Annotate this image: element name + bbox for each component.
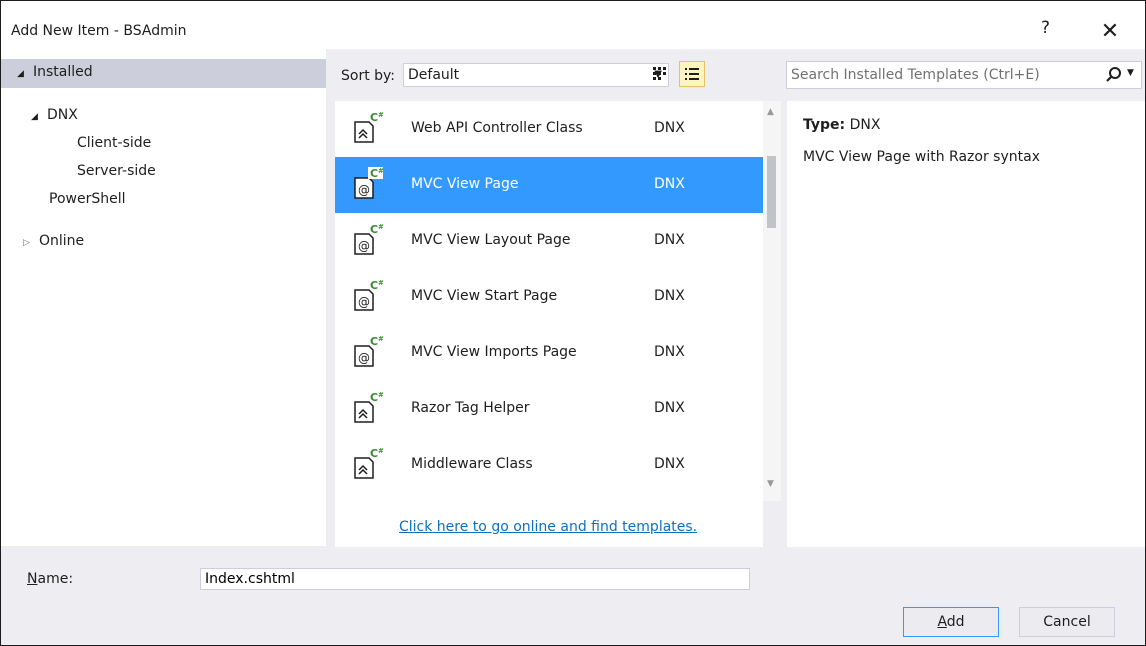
- svg-text:#: #: [378, 391, 383, 399]
- collapse-triangle-icon[interactable]: ◢: [31, 112, 47, 122]
- list-scrollbar[interactable]: ▲ ▼: [763, 101, 781, 501]
- tree-item-dnx[interactable]: ◢ DNX: [31, 107, 78, 123]
- tree-item-installed[interactable]: ◢ Installed: [1, 59, 326, 88]
- svg-text:C: C: [370, 447, 378, 460]
- help-button[interactable]: ?: [1041, 18, 1050, 38]
- item-name: Middleware Class: [411, 456, 533, 472]
- class-cs-icon: C #: [351, 446, 384, 484]
- svg-text:#: #: [378, 223, 383, 231]
- detail-description: MVC View Page with Razor syntax: [803, 149, 1040, 165]
- online-templates-link[interactable]: Click here to go online and find templat…: [399, 519, 697, 535]
- name-field[interactable]: [200, 568, 750, 590]
- svg-text:C: C: [370, 335, 378, 348]
- add-button[interactable]: Add: [903, 607, 999, 637]
- search-icon[interactable]: [1105, 66, 1123, 84]
- name-label-accesskey: N: [27, 571, 38, 587]
- item-language: DNX: [654, 232, 685, 248]
- list-item[interactable]: @ C # MVC View Layout Page DNX: [335, 213, 763, 269]
- razor-page-icon: @ C #: [351, 334, 384, 372]
- class-cs-icon: C #: [351, 390, 384, 428]
- item-name: MVC View Layout Page: [411, 232, 571, 248]
- razor-page-icon: @ C #: [351, 166, 384, 204]
- item-language: DNX: [654, 288, 685, 304]
- sort-value: Default: [408, 67, 460, 83]
- svg-text:@: @: [358, 295, 370, 309]
- svg-text:C: C: [370, 391, 378, 404]
- scroll-down-arrow-icon[interactable]: ▼: [767, 479, 774, 489]
- detail-type: Type: DNX: [803, 117, 880, 133]
- svg-text:C: C: [370, 167, 378, 180]
- svg-text:#: #: [378, 447, 383, 455]
- item-name: MVC View Page: [411, 176, 519, 192]
- close-icon[interactable]: ✕: [1095, 17, 1125, 47]
- item-language: DNX: [654, 456, 685, 472]
- search-box[interactable]: ▼: [786, 61, 1142, 89]
- item-name: MVC View Start Page: [411, 288, 558, 304]
- item-name: Razor Tag Helper: [411, 400, 530, 416]
- expand-triangle-icon[interactable]: ▷: [23, 238, 39, 248]
- title-bar: Add New Item - BSAdmin ? ✕: [1, 1, 1145, 49]
- category-tree: ◢ Installed ◢ DNX Client-side Server-side …: [1, 49, 326, 546]
- item-language: DNX: [654, 344, 685, 360]
- razor-page-icon: @ C #: [351, 222, 384, 260]
- add-button-label-rest: dd: [946, 614, 965, 630]
- svg-text:#: #: [378, 111, 383, 119]
- window-title: Add New Item - BSAdmin: [11, 23, 187, 39]
- svg-text:@: @: [358, 239, 370, 253]
- add-button-accesskey: A: [937, 614, 947, 630]
- svg-text:C: C: [370, 223, 378, 236]
- sort-bar: Sort by: Default ▼: [335, 61, 775, 91]
- details-pane: Type: DNX MVC View Page with Razor synta…: [787, 101, 1145, 547]
- item-language: DNX: [654, 176, 685, 192]
- svg-text:#: #: [378, 279, 383, 287]
- list-item[interactable]: @ C # MVC View Imports Page DNX: [335, 325, 763, 381]
- item-language: DNX: [654, 400, 685, 416]
- template-list: C # Web API Controller Class DNX @ C # M…: [335, 101, 763, 547]
- tree-item-client-side[interactable]: Client-side: [77, 135, 151, 151]
- detail-type-label: Type:: [803, 117, 846, 133]
- list-view-icon[interactable]: [679, 61, 705, 87]
- tree-item-server-side[interactable]: Server-side: [77, 163, 156, 179]
- class-cs-icon: C #: [351, 110, 384, 148]
- list-item[interactable]: C # Web API Controller Class DNX: [335, 101, 763, 157]
- svg-text:C: C: [370, 279, 378, 292]
- svg-text:#: #: [378, 335, 383, 343]
- tree-item-online-label: Online: [39, 233, 85, 249]
- tree-item-powershell[interactable]: PowerShell: [49, 191, 125, 207]
- cancel-button[interactable]: Cancel: [1019, 607, 1115, 637]
- svg-text:@: @: [358, 183, 370, 197]
- svg-text:@: @: [358, 351, 370, 365]
- list-item-selected[interactable]: @ C # MVC View Page DNX: [335, 157, 763, 213]
- scroll-thumb[interactable]: [767, 156, 776, 228]
- svg-text:C: C: [370, 111, 378, 124]
- razor-page-icon: @ C #: [351, 278, 384, 316]
- svg-text:#: #: [378, 167, 383, 175]
- tree-item-installed-label: Installed: [33, 64, 93, 80]
- tree-item-dnx-label: DNX: [47, 107, 78, 123]
- collapse-triangle-icon[interactable]: ◢: [17, 69, 33, 79]
- name-label-rest: ame:: [37, 571, 74, 587]
- detail-type-value: DNX: [849, 117, 881, 133]
- list-item[interactable]: @ C # MVC View Start Page DNX: [335, 269, 763, 325]
- medium-icons-view-icon[interactable]: [647, 61, 673, 87]
- item-name: MVC View Imports Page: [411, 344, 577, 360]
- scroll-up-arrow-icon[interactable]: ▲: [767, 107, 774, 117]
- tree-item-online[interactable]: ▷ Online: [23, 233, 84, 249]
- item-name: Web API Controller Class: [411, 120, 583, 136]
- sort-dropdown[interactable]: Default ▼: [403, 63, 669, 87]
- list-item[interactable]: C # Middleware Class DNX: [335, 437, 763, 493]
- search-input[interactable]: [787, 62, 1081, 88]
- search-options-arrow-icon[interactable]: ▼: [1127, 68, 1134, 78]
- item-language: DNX: [654, 120, 685, 136]
- list-item[interactable]: C # Razor Tag Helper DNX: [335, 381, 763, 437]
- name-label: Name:: [27, 571, 73, 587]
- sort-label: Sort by:: [341, 68, 396, 84]
- add-new-item-dialog: Add New Item - BSAdmin ? ✕ ◢ Installed ◢ D…: [0, 0, 1146, 646]
